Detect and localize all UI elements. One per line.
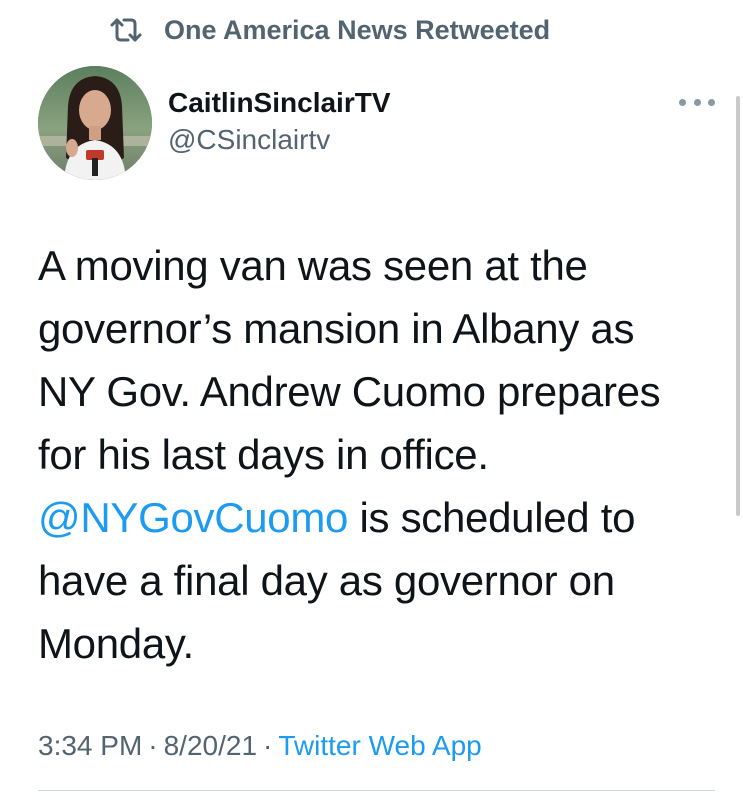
divider — [38, 790, 715, 791]
tweet-date[interactable]: 8/20/21 — [164, 730, 257, 761]
tweet-line: @NYGovCuomo is scheduled to — [38, 486, 718, 549]
avatar[interactable] — [38, 66, 152, 180]
author-info[interactable]: CaitlinSinclairTV @CSinclairtv — [168, 86, 391, 158]
meta-separator: · — [148, 730, 158, 761]
meta-separator: · — [263, 730, 273, 761]
tweet-line: NY Gov. Andrew Cuomo prepares — [38, 368, 661, 415]
profile-photo — [38, 66, 152, 180]
tweet-source-link[interactable]: Twitter Web App — [278, 730, 481, 761]
more-options-icon-dot — [693, 98, 701, 106]
tweet-line: A moving van was seen at the — [38, 242, 588, 289]
tweet-time[interactable]: 3:34 PM — [38, 730, 142, 761]
display-name[interactable]: CaitlinSinclairTV — [168, 86, 391, 120]
scrollbar[interactable] — [736, 96, 740, 516]
retweet-context[interactable]: One America News Retweeted — [108, 12, 550, 48]
tweet-line-rest: is scheduled to — [348, 494, 636, 541]
mention-link[interactable]: @NYGovCuomo — [38, 494, 348, 541]
retweet-icon — [108, 16, 144, 44]
tweet-meta: 3:34 PM · 8/20/21 · Twitter Web App — [38, 726, 482, 766]
more-options-icon-dot — [708, 98, 715, 106]
tweet-line: have a final day as governor on — [38, 557, 615, 604]
tweet-line: governor’s mansion in Albany as — [38, 305, 635, 352]
tweet-text: A moving van was seen at the governor’s … — [38, 234, 718, 675]
tweet-line: for his last days in office. — [38, 431, 489, 478]
user-handle[interactable]: @CSinclairtv — [168, 122, 391, 158]
more-options-icon — [679, 98, 686, 106]
tweet-line: Monday. — [38, 620, 194, 667]
more-options-button[interactable] — [679, 90, 715, 114]
retweet-label: One America News Retweeted — [164, 14, 551, 45]
